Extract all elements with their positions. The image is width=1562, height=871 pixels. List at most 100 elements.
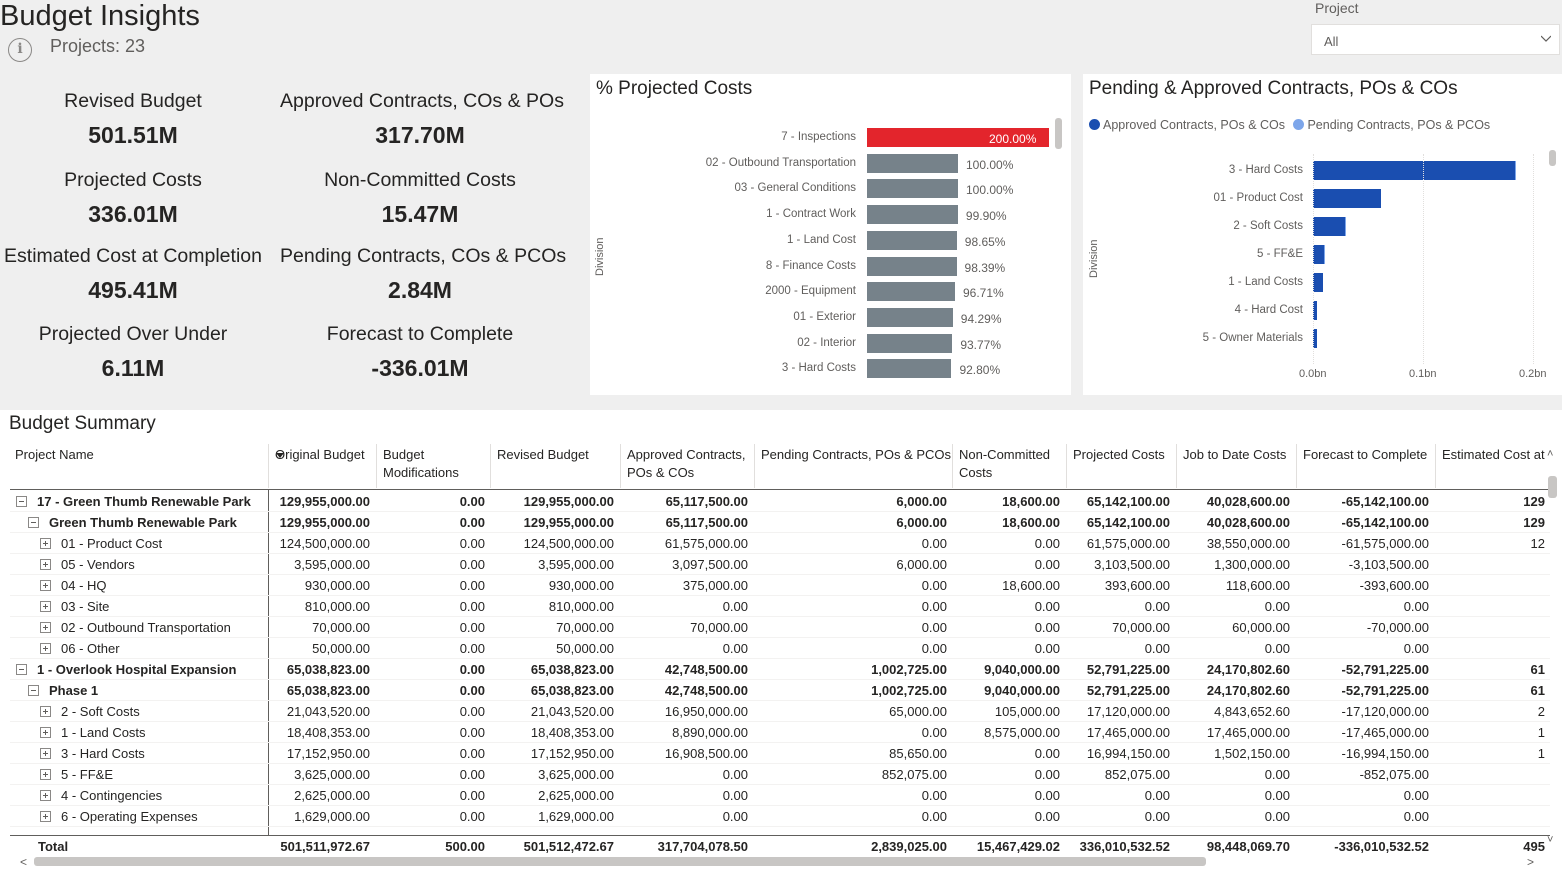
collapse-icon[interactable]	[16, 496, 27, 507]
legend-item-pending[interactable]: Pending Contracts, POs & PCOs	[1293, 118, 1490, 132]
table-row[interactable]: 2 - Soft Costs 21,043,520.00 0.00 21,043,52…	[10, 701, 1550, 722]
chart-scrollbar[interactable]	[1055, 118, 1062, 149]
table-cell: 0.00	[921, 809, 947, 824]
column-header[interactable]: Estimated Cost at	[1442, 446, 1562, 464]
chart-bar[interactable]	[867, 333, 953, 353]
row-label: 4 - Contingencies	[61, 788, 163, 803]
table-cell: 0.00	[921, 578, 947, 593]
chart-category-label: 1 - Contract Work	[766, 208, 856, 221]
table-horizontal-scrollbar[interactable]	[34, 857, 1206, 866]
chart-bar[interactable]	[1313, 217, 1345, 236]
column-header[interactable]: Pending Contracts, POs & PCOs	[761, 446, 952, 464]
column-header[interactable]: Projected Costs	[1073, 446, 1175, 464]
scroll-left-icon[interactable]: <	[20, 855, 27, 869]
table-cell: 2	[1537, 704, 1545, 719]
table-row[interactable]: 03 - Site 810,000.00 0.00 810,000.00 0.00 0.0…	[10, 596, 1550, 617]
table-cell: 61,575,000.00	[664, 536, 748, 551]
chart-bar[interactable]	[1514, 161, 1516, 180]
expand-icon[interactable]	[40, 769, 51, 780]
chart-bar[interactable]	[867, 179, 958, 199]
table-row[interactable]: 02 - Outbound Transportation 70,000.00 0.0…	[10, 617, 1550, 638]
table-cell: 0.00	[1034, 557, 1060, 572]
chart-bar[interactable]	[867, 153, 958, 173]
column-separator[interactable]	[1296, 444, 1297, 488]
info-icon[interactable]: i	[8, 38, 32, 62]
expand-icon[interactable]	[40, 790, 51, 801]
table-row[interactable]: 1 - Overlook Hospital Expansion 65,038,82…	[10, 659, 1550, 680]
collapse-icon[interactable]	[28, 685, 39, 696]
table-row[interactable]: 1 - Land Costs 18,408,353.00 0.00 18,408,35…	[10, 722, 1550, 743]
table-row[interactable]: 6 - Operating Expenses 1,629,000.00 0.00 1,…	[10, 806, 1550, 827]
table-cell: 16,950,000.00	[664, 704, 748, 719]
kpi-value: -336.01M	[371, 355, 469, 381]
chart-bar[interactable]	[1313, 273, 1323, 292]
column-separator[interactable]	[1435, 444, 1436, 488]
column-header[interactable]: Forecast to Complete	[1303, 446, 1434, 464]
sort-desc-icon[interactable]	[276, 446, 284, 458]
column-header[interactable]: Job to Date Costs	[1183, 446, 1295, 464]
column-header[interactable]: Non-Committed Costs	[959, 446, 1065, 482]
scroll-down-icon[interactable]: ˅	[1547, 834, 1557, 846]
column-separator[interactable]	[1176, 444, 1177, 488]
table-row[interactable]: 17 - Green Thumb Renewable Park 129,955,0…	[10, 491, 1550, 512]
table-row[interactable]: 05 - Vendors 3,595,000.00 0.00 3,595,000.00…	[10, 554, 1550, 575]
column-separator[interactable]	[1066, 444, 1067, 488]
column-separator[interactable]	[376, 444, 377, 488]
table-row[interactable]: 01 - Product Cost 124,500,000.00 0.00 124,5…	[10, 533, 1550, 554]
table-vertical-scrollbar[interactable]	[1548, 476, 1557, 498]
expand-icon[interactable]	[40, 559, 51, 570]
table-row[interactable]: 04 - HQ 930,000.00 0.00 930,000.00 375,000.0…	[10, 575, 1550, 596]
table-row[interactable]: 4 - Contingencies 2,625,000.00 0.00 2,625,0…	[10, 785, 1550, 806]
scroll-right-icon[interactable]: >	[1527, 855, 1534, 869]
expand-icon[interactable]	[40, 727, 51, 738]
chart-bar[interactable]	[1324, 245, 1326, 264]
contracts-chart: Pending & Approved Contracts, POs & COs …	[1083, 74, 1562, 395]
expand-icon[interactable]	[40, 538, 51, 549]
expand-icon[interactable]	[40, 706, 51, 717]
table-row[interactable]: 06 - Other 50,000.00 0.00 50,000.00 0.00 0.00…	[10, 638, 1550, 659]
table-row[interactable]: Green Thumb Renewable Park 129,955,000.00…	[10, 512, 1550, 533]
table-cell: -65,142,100.00	[1341, 494, 1429, 509]
table-cell: 1,002,725.00	[871, 662, 947, 677]
chart-bar[interactable]	[867, 256, 957, 276]
column-separator[interactable]	[620, 444, 621, 488]
expand-icon[interactable]	[40, 580, 51, 591]
column-separator[interactable]	[952, 444, 953, 488]
column-header[interactable]: Project Name	[15, 446, 273, 464]
chart-bar[interactable]	[867, 205, 958, 225]
chart-data-label: 92.80%	[959, 363, 1001, 378]
collapse-icon[interactable]	[16, 664, 27, 675]
chart-bar[interactable]	[867, 230, 957, 250]
table-row[interactable]: 3 - Hard Costs 17,152,950.00 0.00 17,152,95…	[10, 743, 1550, 764]
column-separator[interactable]	[268, 444, 269, 488]
expand-icon[interactable]	[40, 601, 51, 612]
chart-bar[interactable]	[1345, 217, 1346, 236]
project-slicer-dropdown[interactable]: All	[1311, 24, 1560, 55]
column-header[interactable]: Budget Modifications	[383, 446, 473, 482]
chart-bar[interactable]	[867, 282, 955, 302]
column-header[interactable]: Original Budget	[275, 446, 375, 464]
table-cell: 65,117,500.00	[665, 515, 748, 530]
chart-bar[interactable]	[1313, 189, 1381, 208]
chart-bar[interactable]	[1313, 245, 1325, 264]
scroll-up-icon[interactable]: ˄	[1547, 448, 1557, 460]
table-cell: 65,142,100.00	[1086, 515, 1170, 530]
column-header[interactable]: Revised Budget	[497, 446, 619, 464]
table-cell: 2,625,000.00	[538, 788, 614, 803]
chart-scrollbar[interactable]	[1549, 150, 1556, 166]
column-separator[interactable]	[754, 444, 755, 488]
expand-icon[interactable]	[40, 622, 51, 633]
expand-icon[interactable]	[40, 748, 51, 759]
legend-item-approved[interactable]: Approved Contracts, POs & COs	[1089, 118, 1285, 132]
expand-icon[interactable]	[40, 643, 51, 654]
table-row[interactable]: Phase 1 65,038,823.00 0.00 65,038,823.00 42,…	[10, 680, 1550, 701]
collapse-icon[interactable]	[28, 517, 39, 528]
chart-bar[interactable]	[1313, 161, 1515, 180]
column-separator[interactable]	[490, 444, 491, 488]
table-row[interactable]: 5 - FF&E 3,625,000.00 0.00 3,625,000.00 0.00…	[10, 764, 1550, 785]
column-header[interactable]: Approved Contracts, POs & COs	[627, 446, 753, 482]
chart-bar[interactable]	[867, 307, 953, 327]
chart-bar[interactable]	[867, 359, 952, 379]
table-cell: 0.00	[459, 494, 485, 509]
expand-icon[interactable]	[40, 811, 51, 822]
